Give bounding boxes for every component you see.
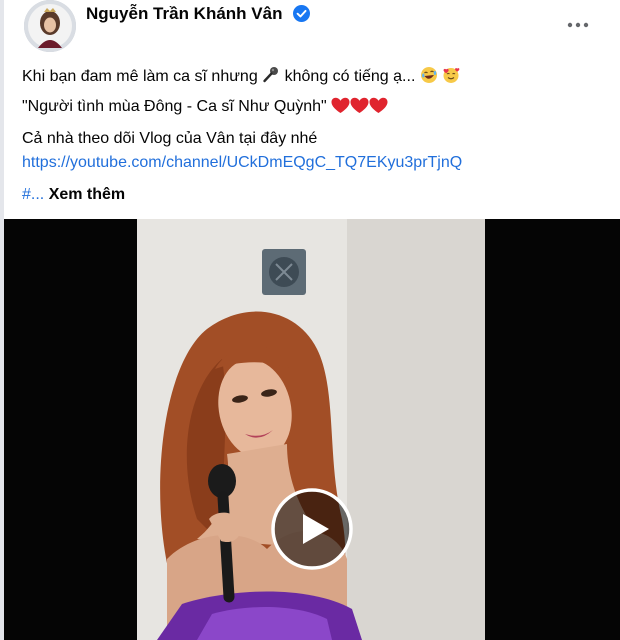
red-heart-emoji-icon <box>350 97 369 113</box>
post-text-line-2: "Người tình mùa Đông - Ca sĩ Như Quỳnh" <box>22 97 388 116</box>
author-name[interactable]: Nguyễn Trần Khánh Vân <box>86 4 282 24</box>
see-more-row: #... Xem thêm <box>22 186 125 204</box>
red-heart-emoji-icon <box>331 97 350 113</box>
laughing-emoji-icon <box>420 67 437 83</box>
facebook-post: Nguyễn Trần Khánh Vân Khi bạn đam mê làm… <box>4 0 620 640</box>
more-options-icon[interactable] <box>560 11 596 39</box>
post-text-line-1: Khi bạn đam mê làm ca sĩ nhưng không có … <box>22 66 460 86</box>
microphone-emoji-icon <box>263 67 279 83</box>
post-text-part: không có tiếng ạ... <box>284 68 416 85</box>
post-header: Nguyễn Trần Khánh Vân <box>4 0 620 56</box>
post-text-part: Khi bạn đam mê làm ca sĩ nhưng <box>22 68 258 85</box>
post-text-line-3: Cả nhà theo dõi Vlog của Vân tại đây nhé <box>22 130 318 147</box>
play-icon[interactable] <box>270 487 354 571</box>
see-more-button[interactable]: Xem thêm <box>49 186 125 203</box>
video-player[interactable] <box>4 219 620 640</box>
post-text-part: "Người tình mùa Đông - Ca sĩ Như Quỳnh" <box>22 98 327 115</box>
author-avatar[interactable] <box>24 0 76 52</box>
hashtag-link[interactable]: #... <box>22 186 44 203</box>
video-frame <box>137 219 485 640</box>
red-heart-emoji-icon <box>369 97 388 113</box>
youtube-channel-link[interactable]: https://youtube.com/channel/UCkDmEQgC_TQ… <box>22 154 462 172</box>
verified-badge-icon <box>293 5 310 22</box>
smiling-face-with-hearts-emoji-icon <box>443 68 460 83</box>
video-thumbnail <box>137 219 485 640</box>
